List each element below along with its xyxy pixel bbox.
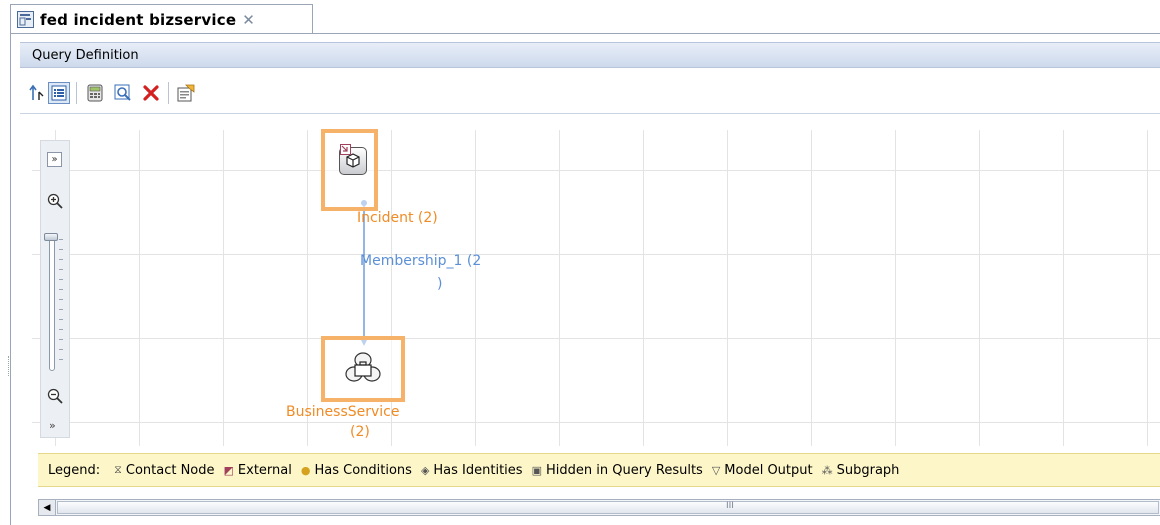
horizontal-scrollbar[interactable]: ◀ III: [38, 499, 1160, 516]
legend-item-external: ◩ External: [223, 462, 292, 478]
node-businessservice-count: (2): [350, 424, 370, 440]
legend-bar: Legend: ⧖ Contact Node ◩ External ● Has Con…: [38, 453, 1160, 487]
node-incident[interactable]: [321, 129, 378, 211]
model-output-icon: ▽: [711, 463, 721, 477]
relation-label-cont: ): [437, 276, 443, 292]
scroll-left-arrow-icon[interactable]: ◀: [39, 500, 56, 515]
legend-item-contact-node: ⧖ Contact Node: [114, 462, 215, 478]
external-icon: ◩: [223, 463, 234, 477]
hidden-icon: ▣: [531, 463, 542, 477]
has-identities-icon: ◈: [420, 463, 430, 477]
legend-title: Legend:: [48, 462, 101, 478]
has-conditions-icon: ●: [300, 463, 311, 477]
legend-item-model-output: ▽ Model Output: [711, 462, 813, 478]
external-icon: [340, 144, 351, 155]
subgraph-icon: ⁂: [821, 463, 833, 477]
legend-item-hidden: ▣ Hidden in Query Results: [531, 462, 703, 478]
legend-item-has-identities: ◈ Has Identities: [420, 462, 523, 478]
business-service-icon: [342, 350, 384, 394]
contact-node-icon: ⧖: [114, 463, 122, 476]
relation-line: [359, 200, 369, 346]
node-businessservice-label: BusinessService: [286, 404, 400, 420]
legend-item-subgraph: ⁂ Subgraph: [821, 462, 900, 478]
legend-item-has-conditions: ● Has Conditions: [300, 462, 412, 478]
scrollbar-grip: III: [726, 501, 734, 511]
relation-label: Membership_1 (2: [360, 253, 482, 269]
node-incident-label: Incident (2): [357, 210, 438, 226]
scrollbar-thumb[interactable]: III: [57, 501, 1159, 514]
node-businessservice[interactable]: [321, 336, 405, 402]
